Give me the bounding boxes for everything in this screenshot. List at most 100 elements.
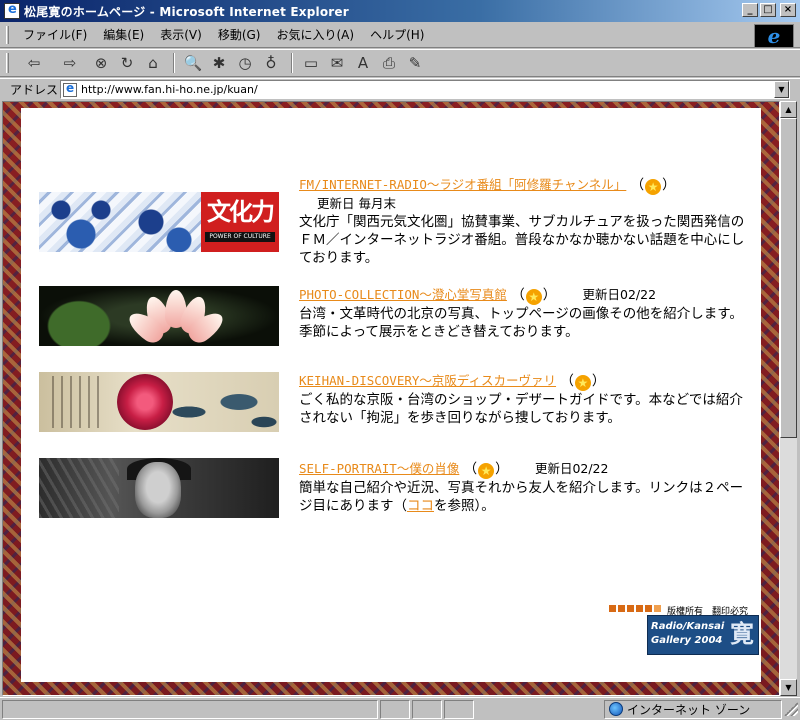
logo-kanji-mark: 寛 bbox=[730, 620, 754, 648]
entry-heading: PHOTO-COLLECTION～澄心堂写真館 （★） 更新日02/22 bbox=[299, 286, 751, 305]
paren-close: ） bbox=[495, 461, 509, 477]
menu-edit[interactable]: 編集(E) bbox=[95, 24, 152, 45]
back-button[interactable]: ⇦ bbox=[17, 52, 51, 74]
scroll-up-icon[interactable]: ▲ bbox=[780, 101, 797, 118]
home-icon: ⌂ bbox=[148, 54, 158, 72]
menu-file[interactable]: ファイル(F) bbox=[15, 24, 95, 45]
maximize-button[interactable]: □ bbox=[760, 3, 776, 17]
window-controls: _ □ × bbox=[742, 3, 796, 17]
status-bar: インターネット ゾーン bbox=[0, 697, 800, 720]
star-icon: ★ bbox=[525, 289, 542, 305]
calligraphy-image bbox=[45, 376, 105, 428]
print-button[interactable]: ⎙ bbox=[377, 52, 401, 74]
description-text: を参照）。 bbox=[434, 498, 495, 514]
address-bar: アドレス http://www.fan.hi-ho.ne.jp/kuan/ ▼ bbox=[0, 78, 800, 100]
channels-icon: ♁ bbox=[265, 54, 277, 72]
mail-button[interactable]: ✉ bbox=[325, 52, 349, 74]
history-button[interactable]: ◷ bbox=[233, 52, 257, 74]
status-panel bbox=[444, 699, 474, 719]
page-viewport: 文化力 POWER OF CULTURE FM/INTERNET-RADIO～ラ… bbox=[2, 101, 780, 696]
address-url[interactable]: http://www.fan.hi-ho.ne.jp/kuan/ bbox=[81, 83, 258, 96]
status-panel bbox=[380, 699, 410, 719]
paren-open: （ bbox=[511, 287, 525, 303]
home-button[interactable]: ⌂ bbox=[141, 52, 165, 74]
edit-icon: ✎ bbox=[408, 54, 422, 72]
fabric-pattern-image bbox=[39, 458, 119, 518]
page-icon bbox=[63, 81, 77, 97]
window-title: 松尾寛のホームページ - Microsoft Internet Explorer bbox=[24, 4, 349, 19]
menu-go[interactable]: 移動(G) bbox=[210, 24, 269, 45]
search-button[interactable]: 🔍 bbox=[181, 52, 205, 74]
decorative-squares bbox=[609, 605, 661, 612]
paren-close: ） bbox=[542, 287, 557, 303]
status-panel bbox=[412, 699, 442, 719]
menu-grip[interactable] bbox=[6, 25, 9, 44]
history-icon: ◷ bbox=[238, 54, 252, 72]
close-button[interactable]: × bbox=[780, 3, 796, 17]
title-bar[interactable]: 松尾寛のホームページ - Microsoft Internet Explorer… bbox=[0, 0, 800, 22]
search-icon: 🔍 bbox=[183, 54, 203, 72]
entry-heading: KEIHAN-DISCOVERY～京阪ディスカーヴァリ （★） bbox=[299, 372, 751, 391]
link-koko[interactable]: ココ bbox=[407, 498, 434, 514]
page-content: 文化力 POWER OF CULTURE FM/INTERNET-RADIO～ラ… bbox=[21, 108, 761, 682]
forward-arrow-icon: ⇨ bbox=[63, 54, 77, 72]
scroll-down-icon[interactable]: ▼ bbox=[780, 679, 797, 696]
logo-line-1: Radio/Kansai bbox=[651, 621, 725, 632]
paren-open: （ bbox=[463, 461, 478, 477]
forward-button[interactable]: ⇨ bbox=[53, 52, 87, 74]
security-zone-panel: インターネット ゾーン bbox=[604, 699, 782, 719]
square-mark bbox=[618, 605, 625, 612]
paren-open: （ bbox=[630, 177, 645, 193]
link-radio[interactable]: FM/INTERNET-RADIO～ラジオ番組「阿修羅チャンネル」 bbox=[299, 177, 626, 192]
banner-flower-painting[interactable] bbox=[39, 372, 279, 432]
fullscreen-button[interactable]: ▭ bbox=[299, 52, 323, 74]
banner-radio[interactable]: 文化力 POWER OF CULTURE bbox=[39, 192, 279, 252]
vertical-scrollbar[interactable]: ▲ ▼ bbox=[780, 101, 797, 696]
link-self-portrait[interactable]: SELF-PORTRAIT～僕の肖像 bbox=[299, 461, 459, 476]
lotus-leaf-image bbox=[39, 286, 129, 346]
square-mark bbox=[636, 605, 643, 612]
toolbar-grip[interactable] bbox=[6, 53, 9, 73]
link-keihan[interactable]: KEIHAN-DISCOVERY～京阪ディスカーヴァリ bbox=[299, 373, 556, 388]
peony-image bbox=[117, 374, 173, 430]
mail-icon: ✉ bbox=[330, 54, 344, 72]
star-icon: ★ bbox=[574, 375, 591, 391]
address-dropdown-icon[interactable]: ▼ bbox=[774, 81, 789, 98]
edit-button[interactable]: ✎ bbox=[403, 52, 427, 74]
culture-logo-subtitle: POWER OF CULTURE bbox=[205, 232, 275, 242]
square-mark bbox=[609, 605, 616, 612]
fullscreen-icon: ▭ bbox=[303, 54, 319, 72]
minimize-button[interactable]: _ bbox=[742, 3, 758, 17]
toolbar-separator bbox=[291, 53, 293, 73]
menu-help[interactable]: ヘルプ(H) bbox=[362, 24, 432, 45]
ie-logo-icon: e bbox=[767, 24, 781, 48]
font-button[interactable]: A bbox=[351, 52, 375, 74]
favorites-icon: ✱ bbox=[212, 54, 226, 72]
address-label: アドレス bbox=[10, 83, 59, 97]
resize-grip[interactable] bbox=[784, 702, 798, 716]
entry-text: PHOTO-COLLECTION～澄心堂写真館 （★） 更新日02/22 台湾・… bbox=[299, 286, 751, 341]
updated-date: 更新日02/22 bbox=[534, 461, 609, 476]
print-icon: ⎙ bbox=[382, 54, 395, 72]
banner-portrait-photo[interactable] bbox=[39, 458, 279, 518]
entry-text: SELF-PORTRAIT～僕の肖像 （★） 更新日02/22 簡単な自己紹介や… bbox=[299, 460, 751, 515]
radio-kansai-logo[interactable]: Radio/Kansai Gallery 2004 寛 bbox=[647, 615, 759, 655]
refresh-button[interactable]: ↻ bbox=[115, 52, 139, 74]
standard-toolbar: ⇦ ⇨ ⊗ ↻ ⌂ 🔍 ✱ ◷ ♁ ▭ ✉ A ⎙ ✎ bbox=[0, 49, 800, 77]
stop-icon: ⊗ bbox=[94, 54, 108, 72]
menu-favorites[interactable]: お気に入り(A) bbox=[268, 24, 362, 45]
menu-bar: ファイル(F) 編集(E) 表示(V) 移動(G) お気に入り(A) ヘルプ(H… bbox=[0, 22, 800, 48]
entry-heading: FM/INTERNET-RADIO～ラジオ番組「阿修羅チャンネル」 （★） bbox=[299, 176, 751, 195]
channels-button[interactable]: ♁ bbox=[259, 52, 283, 74]
ie-throbber-logo: e bbox=[754, 24, 794, 48]
favorites-button[interactable]: ✱ bbox=[207, 52, 231, 74]
menu-view[interactable]: 表示(V) bbox=[152, 24, 210, 45]
stop-button[interactable]: ⊗ bbox=[89, 52, 113, 74]
square-mark bbox=[654, 605, 661, 612]
banner-lotus-photo[interactable] bbox=[39, 286, 279, 346]
scroll-thumb[interactable] bbox=[780, 118, 797, 438]
address-input[interactable]: http://www.fan.hi-ho.ne.jp/kuan/ ▼ bbox=[60, 80, 790, 99]
leaves-image bbox=[169, 382, 279, 432]
link-photo[interactable]: PHOTO-COLLECTION～澄心堂写真館 bbox=[299, 287, 507, 302]
status-text-panel bbox=[2, 699, 378, 719]
